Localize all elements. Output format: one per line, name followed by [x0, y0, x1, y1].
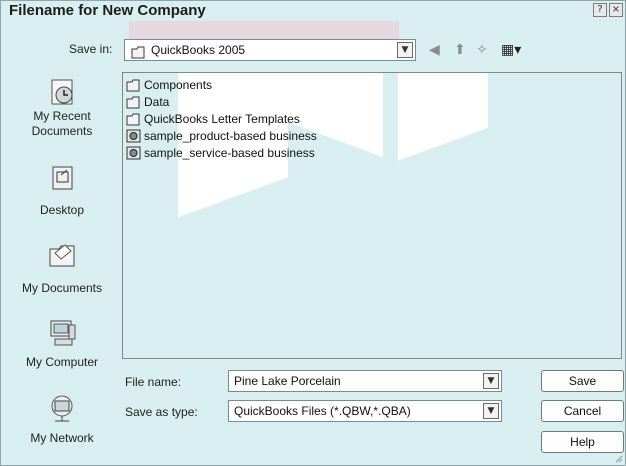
place-desktop[interactable]: Desktop — [8, 163, 116, 218]
cancel-button[interactable]: Cancel — [541, 400, 624, 422]
file-name: QuickBooks Letter Templates — [144, 112, 300, 126]
new-folder-icon[interactable]: ✧ — [476, 43, 488, 57]
save-button[interactable]: Save — [541, 370, 624, 392]
resize-grip-icon[interactable] — [613, 453, 623, 463]
close-button[interactable]: × — [609, 3, 623, 17]
file-name: Data — [144, 95, 170, 109]
save-as-type-select[interactable]: QuickBooks Files (*.QBW,*.QBA) ▼ — [228, 400, 502, 422]
folder-icon — [131, 44, 146, 63]
quickbooks-file-icon — [126, 129, 141, 143]
help-title-button[interactable]: ? — [593, 3, 607, 17]
folder-icon — [126, 79, 140, 91]
quickbooks-file-icon — [126, 146, 141, 160]
list-item[interactable]: Components — [126, 77, 212, 93]
back-icon[interactable]: ◀ — [429, 43, 440, 57]
place-label: Desktop — [39, 203, 85, 217]
save-in-combo[interactable]: QuickBooks 2005 ▼ — [124, 39, 416, 61]
list-item[interactable]: sample_service-based business — [126, 145, 315, 161]
watermark-shape — [398, 73, 488, 221]
place-label: My Network — [30, 431, 94, 445]
folder-icon — [126, 96, 140, 108]
help-button[interactable]: Help — [541, 431, 624, 453]
chevron-down-icon[interactable]: ▼ — [483, 403, 499, 419]
recent-documents-icon — [51, 79, 73, 105]
up-folder-icon[interactable]: ⬆ — [454, 43, 466, 57]
place-label: My Recent Documents — [31, 109, 93, 138]
save-dialog: Filename for New Company ? × Save in: Qu… — [0, 0, 626, 466]
save-as-type-value: QuickBooks Files (*.QBW,*.QBA) — [234, 404, 411, 418]
file-name-label: File name: — [125, 375, 182, 389]
watermark-shape — [178, 73, 288, 293]
file-name-value: Pine Lake Porcelain — [234, 374, 341, 388]
place-my-computer[interactable]: My Computer — [8, 317, 116, 370]
my-documents-icon — [49, 244, 75, 267]
network-icon — [51, 395, 73, 422]
file-name-input[interactable]: Pine Lake Porcelain ▼ — [228, 370, 502, 392]
window-title: Filename for New Company — [9, 2, 206, 19]
list-item[interactable]: Data — [126, 94, 169, 110]
list-item[interactable]: QuickBooks Letter Templates — [126, 111, 300, 127]
folder-icon — [126, 113, 140, 125]
title-bar[interactable]: Filename for New Company ? × — [1, 1, 625, 21]
place-my-network[interactable]: My Network — [8, 393, 116, 446]
places-bar: My Recent Documents Desktop My Documents… — [8, 67, 116, 461]
chevron-down-icon[interactable]: ▼ — [397, 42, 413, 58]
file-name: sample_product-based business — [144, 129, 317, 143]
chevron-down-icon[interactable]: ▼ — [483, 373, 499, 389]
file-name: sample_service-based business — [144, 146, 315, 160]
list-item[interactable]: sample_product-based business — [126, 128, 317, 144]
place-label: My Computer — [25, 355, 99, 369]
place-my-recent-documents[interactable]: My Recent Documents — [8, 77, 116, 139]
place-my-documents[interactable]: My Documents — [8, 239, 116, 296]
file-name: Components — [144, 78, 213, 92]
save-in-label: Save in: — [69, 42, 113, 56]
save-in-value: QuickBooks 2005 — [151, 43, 246, 57]
place-label: My Documents — [21, 281, 103, 295]
desktop-icon — [52, 166, 73, 190]
view-menu-icon[interactable]: ▦▾ — [501, 43, 521, 57]
save-as-type-label: Save as type: — [125, 405, 198, 419]
computer-icon — [50, 320, 76, 346]
file-list[interactable]: Components Data QuickBooks Letter Templa… — [122, 72, 622, 359]
